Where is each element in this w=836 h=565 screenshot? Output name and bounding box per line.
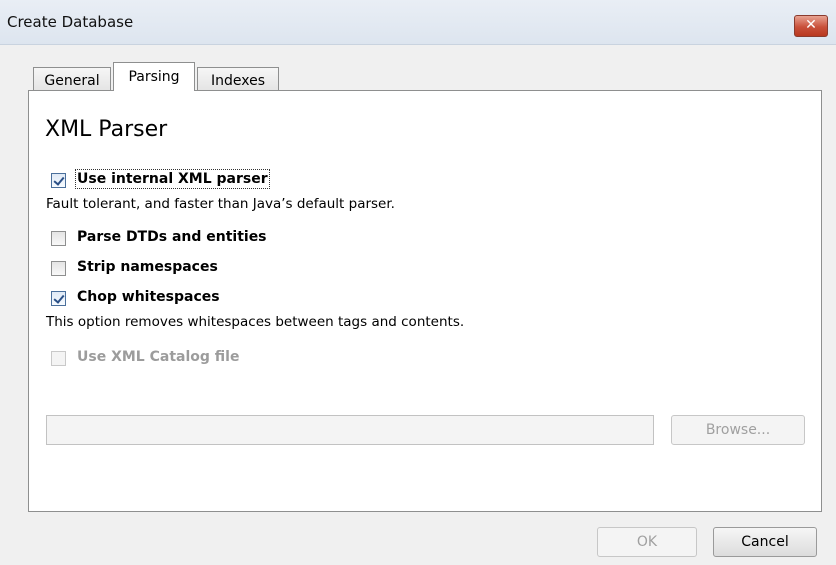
parse-dtds-label[interactable]: Parse DTDs and entities [77,229,267,245]
tab-general[interactable]: General [33,67,111,92]
chop-whitespaces-checkbox[interactable] [51,291,66,306]
tab-label: Parsing [128,69,180,85]
use-internal-parser-label[interactable]: Use internal XML parser [75,169,270,189]
close-icon: ✕ [805,17,817,33]
use-internal-parser-checkbox[interactable] [51,173,66,188]
parsing-panel: XML Parser Use internal XML parser Fault… [28,90,822,512]
tab-indexes[interactable]: Indexes [197,67,279,92]
strip-namespaces-checkbox[interactable] [51,261,66,276]
section-heading: XML Parser [45,117,168,142]
ok-button[interactable]: OK [597,527,697,557]
use-xml-catalog-label[interactable]: Use XML Catalog file [77,349,239,365]
tab-label: Indexes [210,73,266,89]
close-button[interactable]: ✕ [794,15,828,37]
use-xml-catalog-checkbox[interactable] [51,351,66,366]
catalog-file-input[interactable] [46,415,654,445]
chop-whitespaces-description: This option removes whitespaces between … [46,314,465,330]
use-internal-parser-description: Fault tolerant, and faster than Java’s d… [46,196,395,212]
tab-label: General [44,73,100,89]
title-bar: Create Database ✕ [0,0,836,45]
cancel-button[interactable]: Cancel [713,527,817,557]
chop-whitespaces-label[interactable]: Chop whitespaces [77,289,220,305]
tab-parsing[interactable]: Parsing [113,62,195,91]
browse-button[interactable]: Browse... [671,415,805,445]
window-title: Create Database [7,13,134,31]
parse-dtds-checkbox[interactable] [51,231,66,246]
strip-namespaces-label[interactable]: Strip namespaces [77,259,218,275]
dialog-body: General Parsing Indexes XML Parser Use i… [0,45,836,565]
